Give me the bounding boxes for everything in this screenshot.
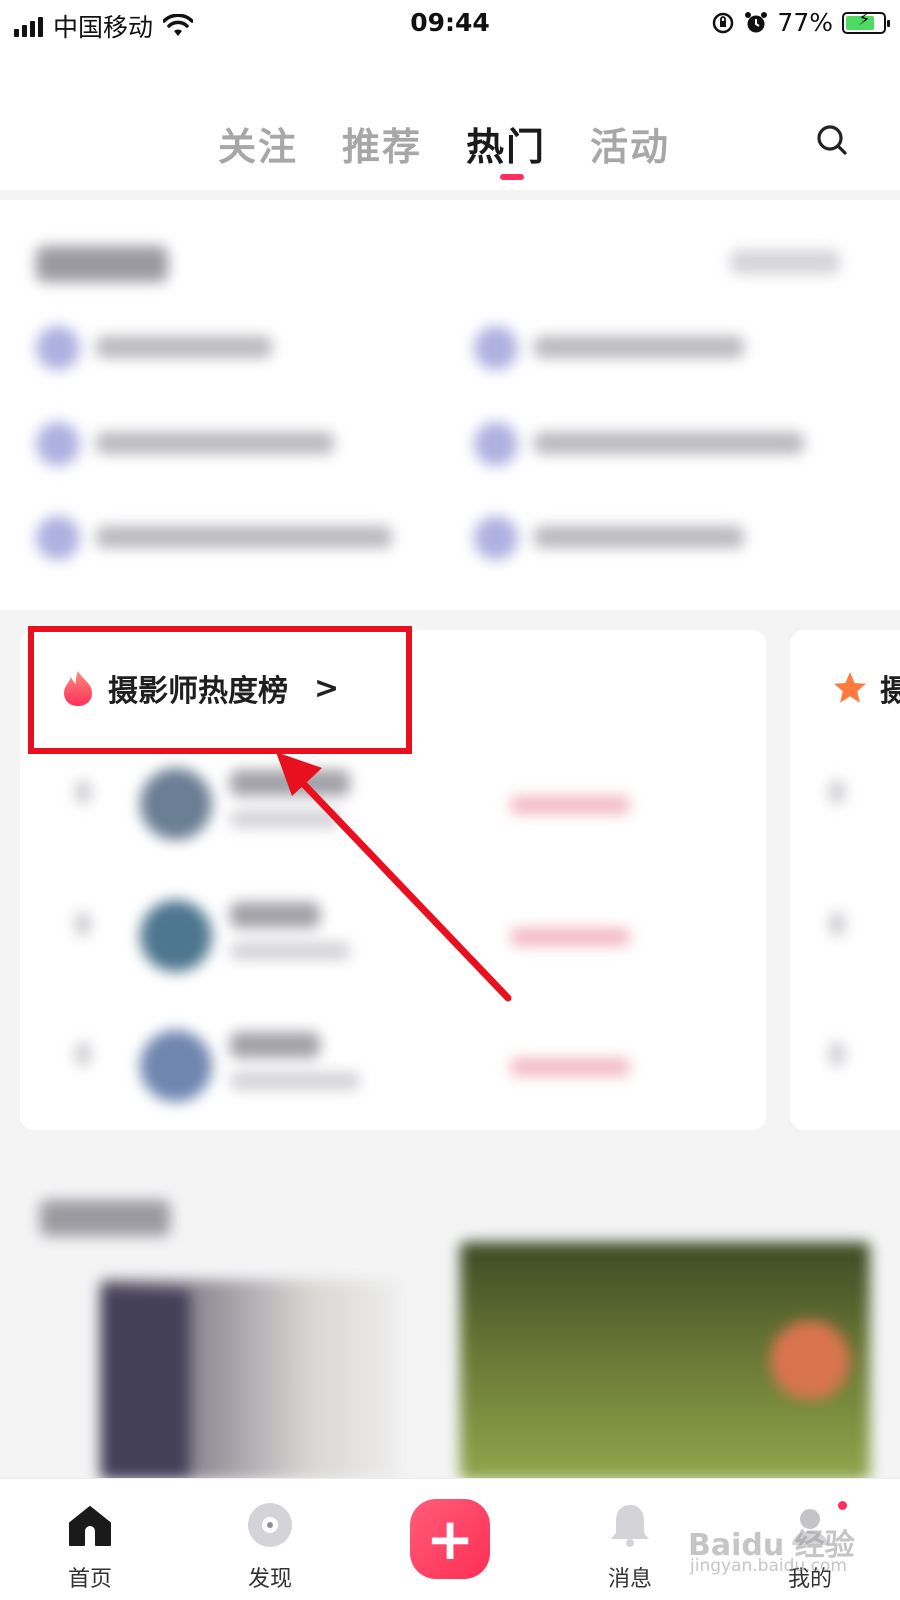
annotation-arrow-icon	[276, 752, 512, 1002]
tab-discover[interactable]: 发现	[210, 1499, 330, 1593]
add-post-button[interactable]: +	[410, 1499, 490, 1579]
tab-messages[interactable]: 消息	[570, 1499, 690, 1593]
tab-discover-label: 发现	[247, 1567, 292, 1592]
bell-icon	[611, 1505, 649, 1547]
discover-icon	[248, 1503, 292, 1547]
tab-home-label: 首页	[67, 1567, 112, 1592]
plus-icon: +	[425, 1505, 475, 1573]
notification-dot	[838, 1501, 847, 1510]
tab-home[interactable]: 首页	[30, 1499, 150, 1593]
watermark-url: jingyan.baidu.com	[690, 1556, 847, 1576]
tab-messages-label: 消息	[607, 1567, 652, 1592]
home-icon	[69, 1506, 111, 1546]
